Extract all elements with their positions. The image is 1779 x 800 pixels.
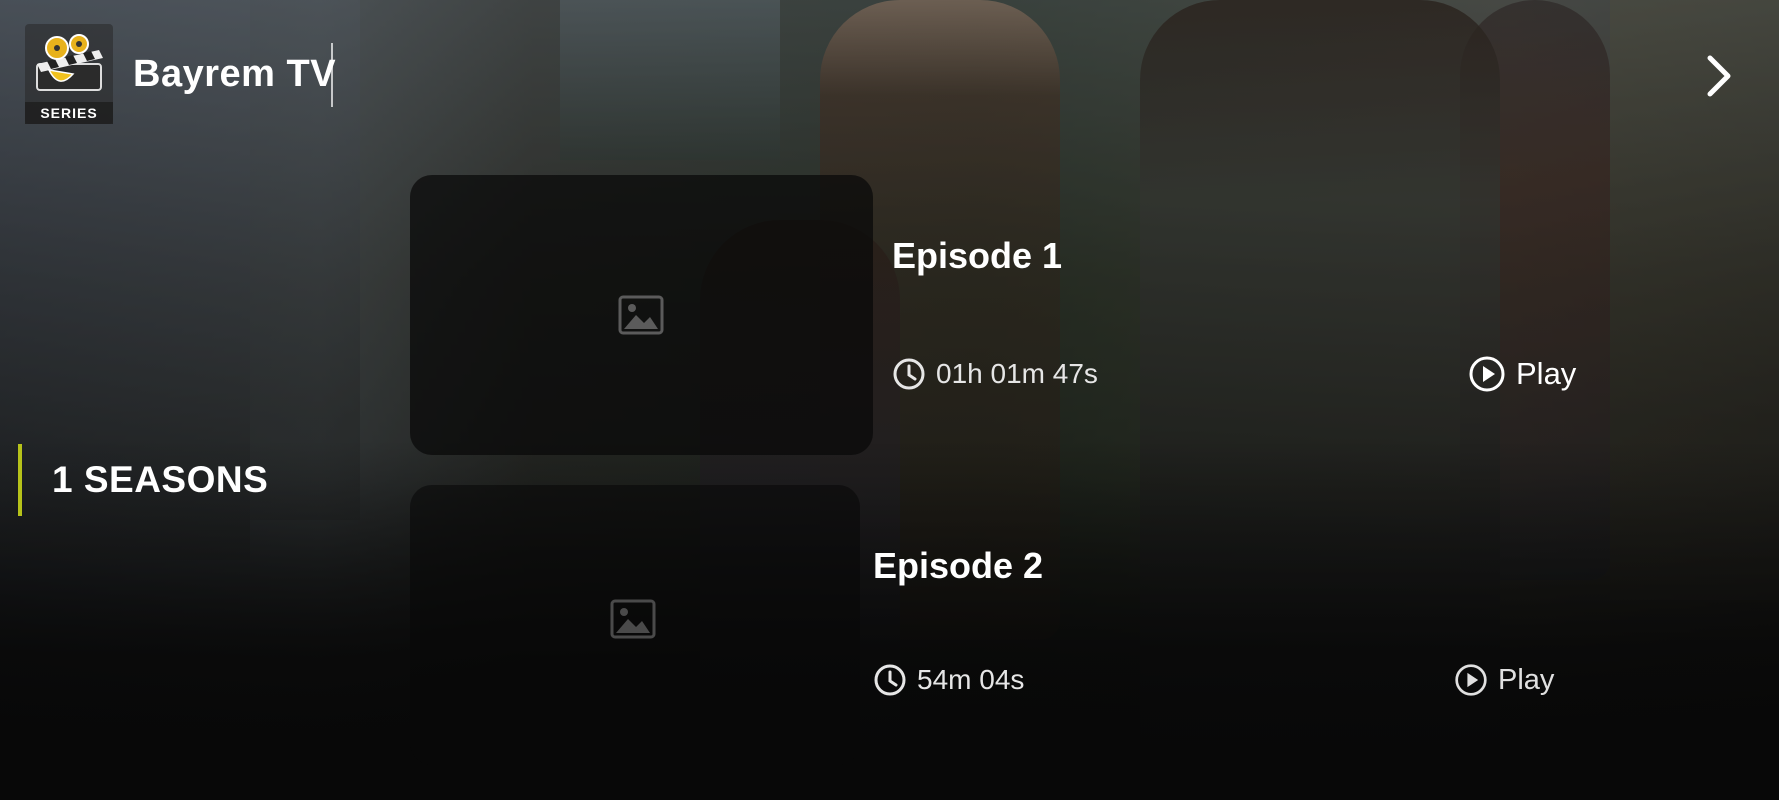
- episode-title: Episode 2: [873, 545, 1044, 586]
- clock-icon: [874, 664, 906, 696]
- season-item-1[interactable]: 1 SEASONS: [18, 444, 268, 516]
- image-placeholder-icon: [618, 295, 664, 335]
- logo-series-label: SERIES: [25, 102, 113, 124]
- play-circle-icon: [1469, 356, 1505, 392]
- film-reel-clapper-icon: [36, 34, 103, 91]
- episode-duration-text: 01h 01m 47s: [936, 358, 1098, 389]
- season-selected-indicator: [18, 444, 22, 516]
- chevron-right-icon[interactable]: [1702, 52, 1736, 100]
- episode-duration: 01h 01m 47s: [892, 357, 1098, 391]
- episode-duration: 54m 04s: [873, 663, 1024, 697]
- header-divider: [331, 43, 333, 107]
- episode-duration-text: 54m 04s: [917, 664, 1025, 695]
- play-button-label: Play: [1498, 663, 1555, 696]
- play-button-label: Play: [1516, 356, 1577, 391]
- play-circle-icon: [1455, 664, 1487, 696]
- episode-title: Episode 1: [892, 235, 1063, 276]
- episode-row[interactable]: Episode 2 54m 04s Play: [410, 485, 1630, 765]
- episode-thumbnail[interactable]: [410, 485, 860, 765]
- app-title: Bayrem TV: [133, 52, 337, 95]
- play-button[interactable]: Play: [1468, 355, 1576, 393]
- season-label: 1 SEASONS: [52, 459, 269, 500]
- episode-thumbnail[interactable]: [410, 175, 873, 455]
- clock-icon: [893, 358, 925, 390]
- image-placeholder-icon: [610, 599, 656, 639]
- header: SERIES Bayrem TV: [25, 24, 336, 124]
- play-button[interactable]: Play: [1454, 663, 1554, 697]
- app-logo: SERIES: [25, 24, 113, 124]
- episode-row[interactable]: Episode 1 01h 01m 47s Play: [410, 175, 1630, 455]
